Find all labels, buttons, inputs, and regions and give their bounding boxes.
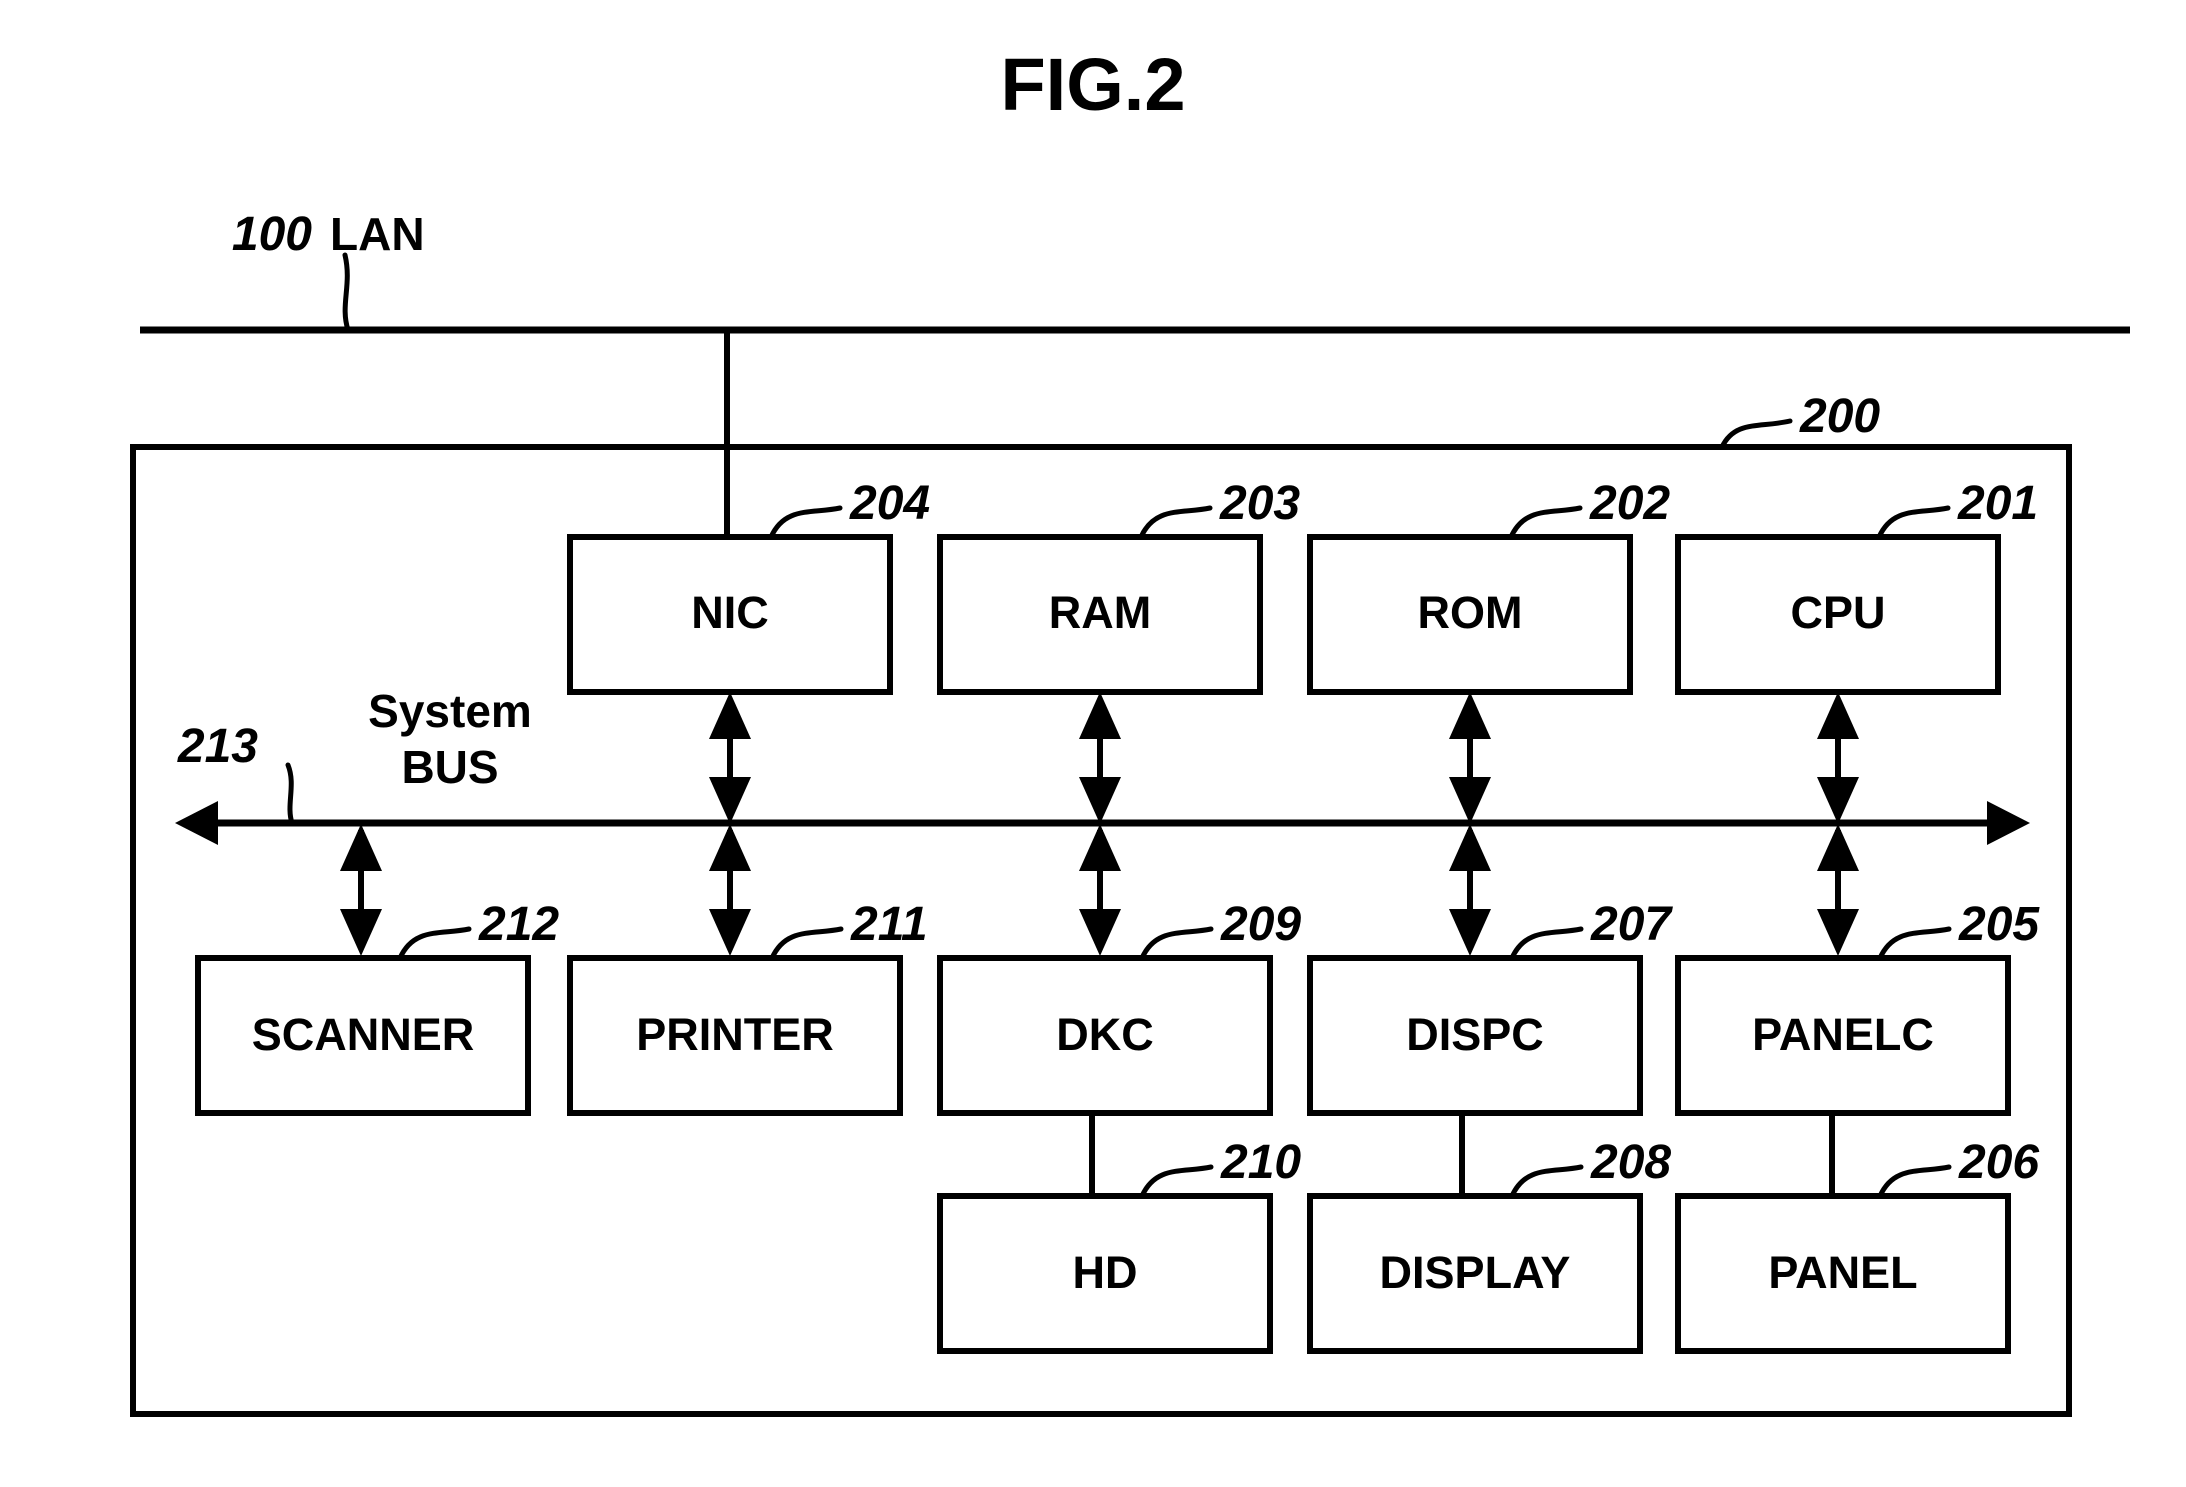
- cpu-ref-number: 201: [1957, 477, 2038, 530]
- ram-bus-connector: [1079, 692, 1121, 824]
- block-display-label: DISPLAY: [1380, 1247, 1571, 1298]
- block-cpu[interactable]: CPU: [1675, 534, 2001, 695]
- block-rom[interactable]: ROM: [1307, 534, 1633, 695]
- block-dispc-label: DISPC: [1406, 1009, 1544, 1060]
- block-rom-label: ROM: [1418, 587, 1523, 638]
- rom-bus-connector: [1449, 692, 1491, 824]
- hd-leader-line: [1139, 1164, 1214, 1199]
- cpu-bus-connector: [1817, 692, 1859, 824]
- bus-arrow-right: [1987, 801, 2030, 845]
- dispc-bus-connector: [1449, 824, 1491, 956]
- figure-canvas: FIG.2 100 LAN 200 213 System BUS NIC 204…: [0, 0, 2186, 1487]
- block-panel[interactable]: PANEL: [1675, 1193, 2011, 1354]
- panelc-ref-number: 205: [1958, 898, 2040, 951]
- bus-arrow-left: [175, 801, 218, 845]
- scanner-leader-line: [397, 926, 472, 961]
- system-leader-line: [1719, 418, 1793, 450]
- nic-bus-connector: [709, 692, 751, 824]
- block-nic[interactable]: NIC: [567, 534, 893, 695]
- dispc-leader-line: [1509, 926, 1584, 961]
- figure-title: FIG.2: [1000, 43, 1185, 126]
- block-scanner[interactable]: SCANNER: [195, 955, 531, 1116]
- cpu-leader-line: [1876, 505, 1951, 540]
- bus-leader-line: [285, 762, 295, 826]
- printer-leader-line: [769, 926, 844, 961]
- block-panelc[interactable]: PANELC: [1675, 955, 2011, 1116]
- nic-leader-line: [768, 505, 843, 540]
- scanner-bus-connector: [340, 824, 382, 956]
- lan-leader-line: [342, 252, 351, 333]
- ram-leader-line: [1138, 505, 1213, 540]
- dkc-leader-line: [1139, 926, 1214, 961]
- block-nic-label: NIC: [691, 587, 769, 638]
- block-cpu-label: CPU: [1790, 587, 1885, 638]
- block-ram-label: RAM: [1049, 587, 1151, 638]
- bus-label-line2: BUS: [401, 741, 498, 793]
- block-panel-label: PANEL: [1768, 1247, 1917, 1298]
- dkc-ref-number: 209: [1220, 898, 1301, 951]
- panel-ref-number: 206: [1958, 1136, 2039, 1189]
- block-display[interactable]: DISPLAY: [1307, 1193, 1643, 1354]
- panel-leader-line: [1877, 1164, 1952, 1199]
- block-hd-label: HD: [1073, 1247, 1138, 1298]
- block-printer[interactable]: PRINTER: [567, 955, 903, 1116]
- display-leader-line: [1509, 1164, 1584, 1199]
- rom-leader-line: [1508, 505, 1583, 540]
- block-diagram: FIG.2 100 LAN 200 213 System BUS NIC 204…: [130, 43, 2130, 1417]
- display-ref-number: 208: [1590, 1136, 1671, 1189]
- lan-label: LAN: [330, 208, 425, 260]
- block-scanner-label: SCANNER: [252, 1009, 475, 1060]
- nic-ref-number: 204: [849, 477, 930, 530]
- block-dispc[interactable]: DISPC: [1307, 955, 1643, 1116]
- block-hd[interactable]: HD: [937, 1193, 1273, 1354]
- lan-ref-number: 100: [232, 208, 312, 261]
- block-dkc-label: DKC: [1056, 1009, 1154, 1060]
- printer-bus-connector: [709, 824, 751, 956]
- ram-ref-number: 203: [1219, 477, 1300, 530]
- printer-ref-number: 211: [850, 898, 928, 951]
- bus-ref-number: 213: [177, 720, 258, 773]
- block-dkc[interactable]: DKC: [937, 955, 1273, 1116]
- scanner-ref-number: 212: [478, 898, 559, 951]
- block-printer-label: PRINTER: [636, 1009, 834, 1060]
- dispc-ref-number: 207: [1590, 898, 1673, 951]
- panelc-bus-connector: [1817, 824, 1859, 956]
- block-ram-group[interactable]: RAM: [937, 534, 1263, 695]
- dkc-bus-connector: [1079, 824, 1121, 956]
- bus-label-line1: System: [368, 685, 532, 737]
- block-panelc-label: PANELC: [1752, 1009, 1934, 1060]
- panelc-leader-line: [1877, 926, 1952, 961]
- rom-ref-number: 202: [1589, 477, 1670, 530]
- hd-ref-number: 210: [1220, 1136, 1301, 1189]
- system-ref-number: 200: [1799, 390, 1880, 443]
